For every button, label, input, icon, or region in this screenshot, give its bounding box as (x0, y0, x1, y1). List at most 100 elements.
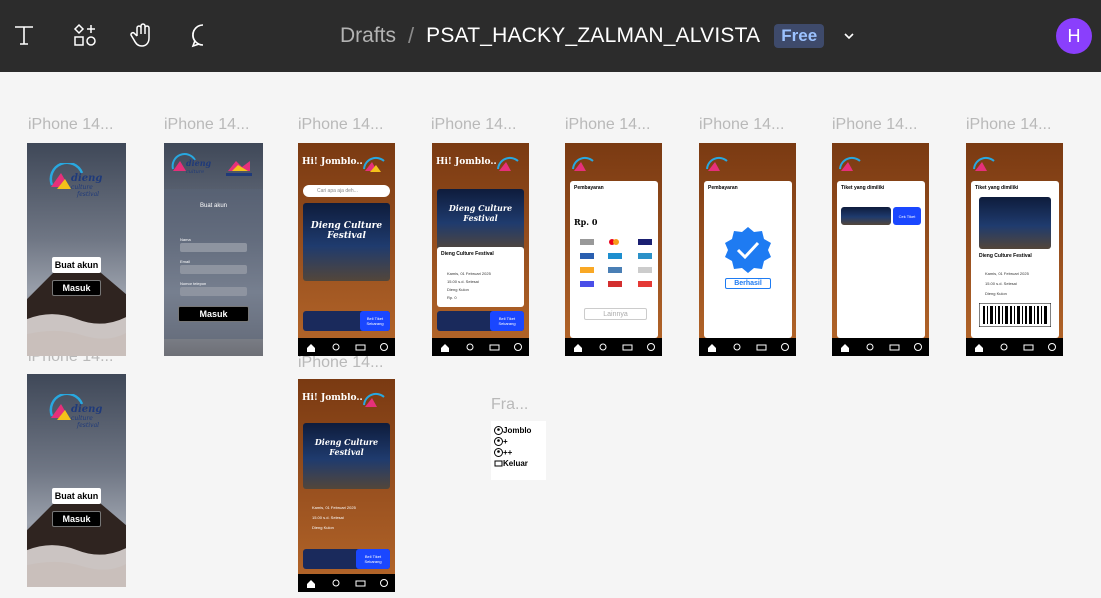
event-title: Dieng Culture Festival (441, 251, 494, 257)
phone-label: Nomor telepon (180, 281, 207, 286)
check-ticket-button[interactable]: Cek Tiket (893, 207, 921, 225)
signup-title: Buat akun (199, 203, 228, 209)
email-field[interactable] (180, 265, 247, 274)
search-input[interactable]: Cari apa aja deh... (303, 185, 390, 197)
festival-logo (706, 156, 728, 171)
ticket-thumbnail (841, 207, 891, 225)
login-button[interactable]: Masuk (52, 511, 101, 527)
event-detail-card: Dieng Culture Festival Kamis, 01 Februar… (437, 247, 524, 307)
comment-icon (191, 24, 204, 48)
festival-logo: dieng culture festival (49, 394, 102, 429)
text-tool[interactable] (9, 20, 39, 50)
event-place: Dieng Kulon (312, 525, 334, 530)
menu-item-plus[interactable]: + (494, 436, 543, 447)
buy-ticket-button[interactable]: Beli Tiket Sekarang (356, 549, 390, 569)
comment-tool[interactable] (188, 20, 218, 50)
nav-icons (708, 343, 789, 352)
ticket-time: 15.00 s.d. Selesai (985, 281, 1017, 286)
frame-payment-success[interactable]: Pembayaran Berhasil (699, 143, 796, 356)
event-date: Kamis, 01 Februari 2025 (447, 271, 491, 276)
buy-banner: Beli Tiket Sekarang (437, 311, 524, 331)
text-icon (15, 26, 33, 45)
frame-label: iPhone 14... (431, 116, 517, 133)
svg-text:dieng: dieng (71, 173, 102, 184)
event-price: Rp. 0 (447, 295, 457, 300)
signup-form-panel: Buat akun Nama Email Nomor telepon Masuk (164, 189, 263, 339)
other-payment-button[interactable]: Lainnya (584, 308, 647, 320)
buy-ticket-button[interactable]: Beli Tiket Sekarang (360, 311, 390, 331)
ticket-event-title: Dieng Culture Festival (979, 253, 1032, 259)
logout-icon (494, 460, 503, 467)
svg-text:dieng: dieng (71, 404, 102, 415)
svg-text:culture: culture (186, 169, 204, 175)
shapes-icon (73, 23, 96, 46)
shapes-tool[interactable] (70, 20, 100, 50)
phone-field[interactable] (180, 287, 247, 296)
buy-banner: Beli Tiket Sekarang (303, 311, 390, 331)
festival-logo (839, 156, 861, 171)
create-account-button[interactable]: Buat akun (52, 257, 101, 273)
profile-menu-frame: Jomblo + ++ Keluar (491, 421, 546, 480)
bottom-nav (966, 338, 1063, 356)
menu-item-jomblo[interactable]: Jomblo (494, 425, 543, 436)
success-status: Berhasil (725, 278, 771, 289)
poster-title: Dieng Culture Festival (310, 221, 383, 241)
ticket-date: Kamis, 01 Februari 2025 (985, 271, 1029, 276)
buy-ticket-button[interactable]: Beli Tiket Sekarang (490, 311, 524, 331)
success-check-icon (725, 227, 771, 273)
signup-login-button[interactable]: Masuk (178, 306, 249, 322)
event-poster[interactable]: Dieng Culture Festival (303, 423, 390, 489)
file-menu-chevron[interactable] (842, 29, 856, 43)
festival-logo: dieng culture festival (49, 163, 102, 198)
event-date: Kamis, 01 Februari 2025 (312, 505, 356, 510)
nav-icons (307, 579, 388, 588)
festival-logo (497, 156, 519, 171)
create-account-button[interactable]: Buat akun (52, 488, 101, 504)
menu-item-label: Keluar (503, 459, 528, 468)
user-icon (494, 437, 503, 446)
nav-icons (841, 343, 922, 352)
frame-welcome[interactable]: dieng culture festival Buat akun Masuk (27, 143, 126, 356)
user-icon (494, 448, 503, 457)
event-poster: Dieng Culture Festival (437, 189, 524, 251)
name-field[interactable] (180, 243, 247, 252)
bottom-nav (699, 338, 796, 356)
frame-home[interactable]: Hi! Jomblo.. Cari apa aja deh... Dieng C… (298, 143, 395, 356)
toolbar: Drafts / PSAT_HACKY_ZALMAN_ALVISTA Free … (0, 0, 1101, 72)
frame-tickets-list[interactable]: Tiket yang dimiliki Cek Tiket (832, 143, 929, 356)
email-label: Email (180, 259, 191, 264)
avatar[interactable]: H (1056, 18, 1092, 54)
buy-banner: Beli Tiket Sekarang (303, 549, 390, 569)
file-name[interactable]: PSAT_HACKY_ZALMAN_ALVISTA (426, 24, 760, 48)
frame-welcome-copy[interactable]: dieng culture festival Buat akun Masuk (27, 374, 126, 587)
payment-method-logos (580, 239, 652, 287)
frame-payment[interactable]: Pembayaran Rp. 0 Lainnya (565, 143, 662, 356)
frame-label: iPhone 14... (966, 116, 1052, 133)
poster-title: Dieng Culture Festival (448, 203, 513, 223)
frame-label: iPhone 14... (28, 116, 114, 133)
frame-ticket-detail[interactable]: Tiket yang dimiliki Dieng Culture Festiv… (966, 143, 1063, 356)
frame-signup[interactable]: dieng culture Buat akun Nama Email Nomor… (164, 143, 263, 356)
payment-amount: Rp. 0 (574, 217, 598, 227)
login-button[interactable]: Masuk (52, 280, 101, 296)
menu-item-plusplus[interactable]: ++ (494, 447, 543, 458)
frame-home-scrolled[interactable]: Hi! Jomblo.. Dieng Culture Festival Kami… (298, 379, 395, 592)
frame-label: iPhone 14... (298, 354, 384, 371)
barcode (979, 303, 1051, 327)
hand-tool[interactable] (128, 20, 158, 50)
poster-title: Dieng Culture Festival (314, 437, 379, 457)
nav-icons (307, 343, 388, 352)
frame-event-detail[interactable]: Hi! Jomblo.. Dieng Culture Festival Dien… (432, 143, 529, 356)
tickets-card: Tiket yang dimiliki Cek Tiket (837, 181, 925, 338)
frame-label: Fra... (491, 396, 529, 413)
event-poster[interactable]: Dieng Culture Festival (303, 203, 390, 281)
nav-icons (975, 343, 1056, 352)
greeting: Hi! Jomblo.. (302, 157, 363, 167)
menu-item-logout[interactable]: Keluar (494, 458, 543, 469)
festival-logo (363, 392, 385, 407)
nav-icons (574, 343, 655, 352)
name-label: Nama (180, 237, 191, 242)
payment-header: Pembayaran (708, 185, 738, 191)
festival-logo: dieng culture (171, 153, 212, 175)
breadcrumb-drafts[interactable]: Drafts (340, 24, 396, 48)
